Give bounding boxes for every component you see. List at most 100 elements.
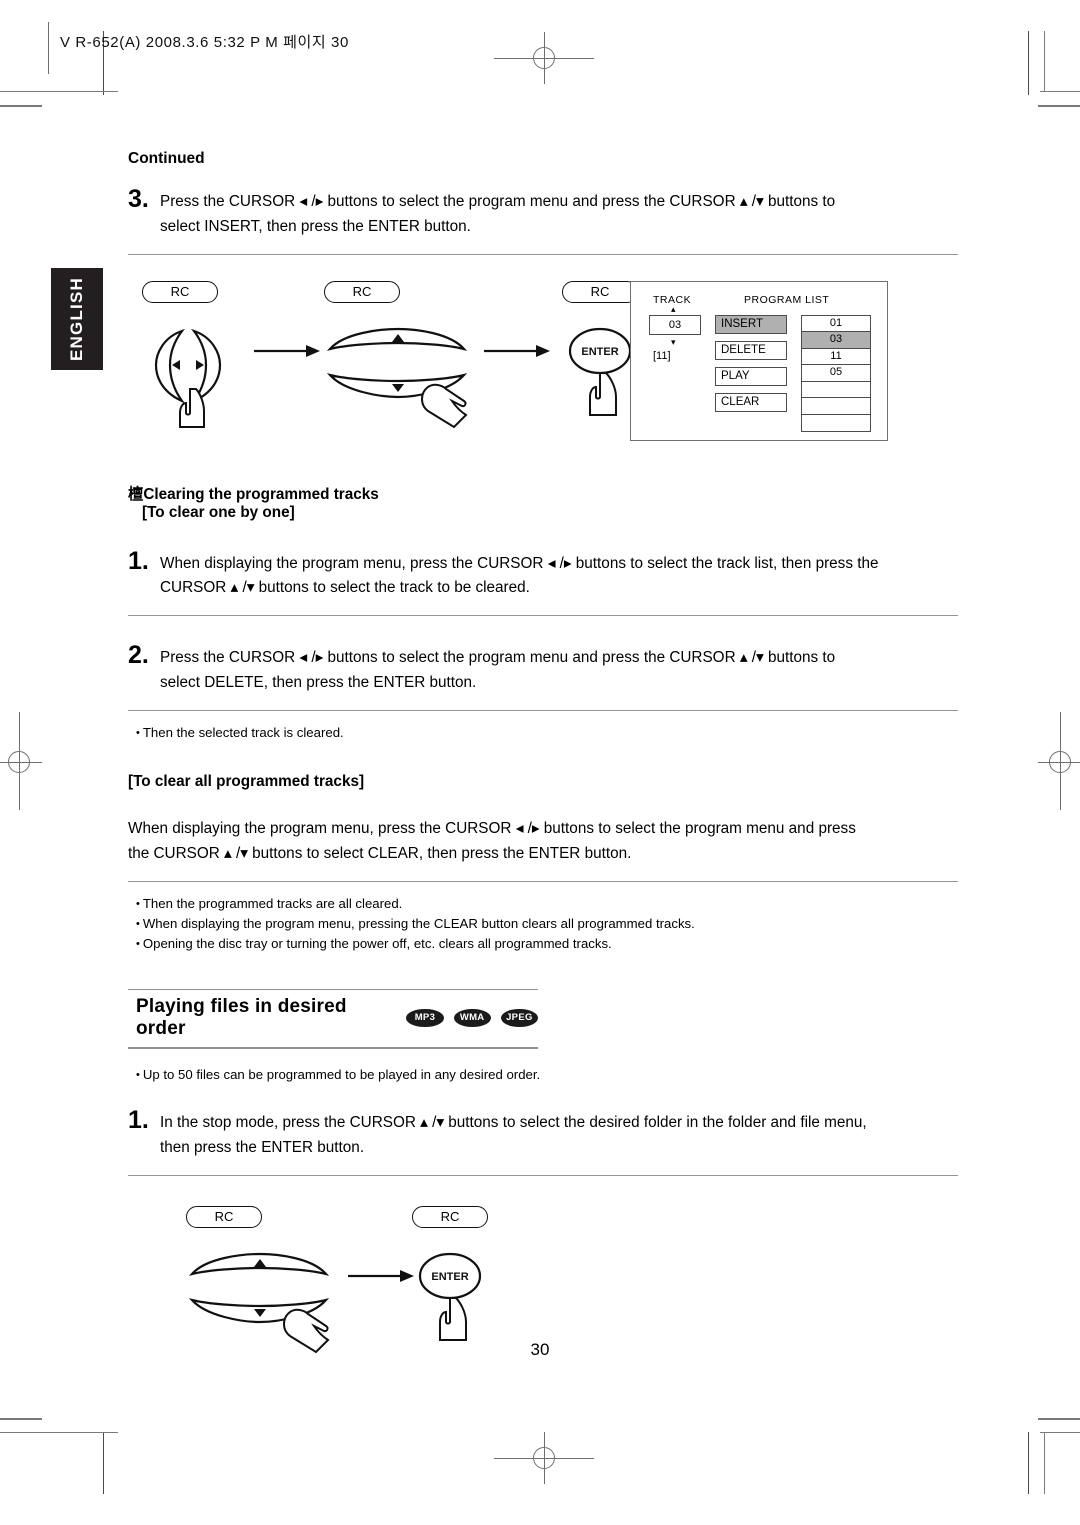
program-list-row[interactable]: 01 <box>802 316 870 333</box>
svg-text:ENTER: ENTER <box>431 1271 468 1283</box>
instruction-step-1-play: 1. In the stop mode, press the CURSOR ▴ … <box>128 1106 958 1161</box>
registration-mark-top-center <box>494 28 594 88</box>
section-note-list: • Up to 50 files can be programmed to be … <box>136 1065 958 1085</box>
divider-rule <box>128 253 958 255</box>
step-text: Press the CURSOR ◂ /▸ buttons to select … <box>160 193 836 235</box>
format-badge-jpeg: JPEG <box>500 1008 538 1027</box>
osd-program-panel: TRACK PROGRAM LIST ▴ 03 ▾ [11] INSERT DE… <box>630 280 888 441</box>
rc-group-left-right-cursor: RC <box>142 280 252 438</box>
format-badge-wma: WMA <box>453 1008 491 1027</box>
program-list-row[interactable] <box>802 398 870 415</box>
crop-mark-bottom-left-edge <box>0 1418 42 1420</box>
clear-all-heading: [To clear all programmed tracks] <box>128 773 365 791</box>
cursor-up-down-buttons-icon <box>188 1252 330 1354</box>
track-down-arrow-icon[interactable]: ▾ <box>671 337 676 347</box>
heading-bullet-glyph: 檀 <box>128 484 144 503</box>
note-item: • Then the selected track is cleared. <box>136 724 344 740</box>
rc-label: RC <box>324 280 400 303</box>
language-tab-english: ENGLISH <box>51 268 103 370</box>
instruction-step-3: 3. Press the CURSOR ◂ /▸ buttons to sele… <box>128 185 958 240</box>
program-list-row[interactable]: 11 <box>802 349 870 366</box>
divider-rule <box>128 615 958 617</box>
language-tab-label: ENGLISH <box>67 277 86 361</box>
svg-text:ENTER: ENTER <box>581 346 618 358</box>
step-number: 2. <box>128 641 149 670</box>
step-text: Press the CURSOR ◂ /▸ buttons to select … <box>160 649 836 691</box>
crop-mark-bottom-right-edge <box>1038 1418 1080 1420</box>
flow-arrow-1-icon <box>254 344 320 357</box>
rc-label: RC <box>186 1205 262 1228</box>
crop-mark-top-left-edge <box>0 105 42 107</box>
remote-control-diagram-folder-select: RC RC ENTER <box>128 1205 958 1356</box>
section-title: Playing files in desired order <box>136 995 347 1039</box>
registration-mark-bottom-center <box>494 1428 594 1488</box>
remote-control-diagram-insert: RC RC RC ENTER TRACK PROGRAM LIST ▴ 03 ▾… <box>128 280 958 456</box>
osd-program-list-header: PROGRAM LIST <box>744 293 830 306</box>
note-list-after-step2: • Then the selected track is cleared. <box>136 723 958 743</box>
step-number: 1. <box>128 546 149 575</box>
rc-label: RC <box>142 280 218 303</box>
program-list-row[interactable]: 05 <box>802 365 870 382</box>
osd-menu-button-play[interactable]: PLAY <box>715 366 787 386</box>
clear-all-note-list: • Then the programmed tracks are all clea… <box>136 894 958 955</box>
rc-label: RC <box>562 280 638 303</box>
heading-subtitle: [To clear one by one] <box>142 503 295 521</box>
flow-arrow-2-icon <box>484 344 550 357</box>
crop-mark-bottom-right-vertical <box>1028 1432 1029 1494</box>
clearing-tracks-heading: 檀Clearing the programmed tracks [To clea… <box>128 482 958 522</box>
step-number: 1. <box>128 1106 149 1135</box>
crop-mark-top-right-edge <box>1038 105 1080 107</box>
track-number-box: 03 <box>649 314 701 335</box>
program-list-row[interactable]: 03 <box>802 332 870 349</box>
heading-title: Clearing the programmed tracks <box>143 485 379 503</box>
page-content: Continued 3. Press the CURSOR ◂ /▸ butto… <box>128 150 958 1356</box>
registration-mark-left-middle <box>0 712 60 812</box>
instruction-step-1-clear: 1. When displaying the program menu, pre… <box>128 547 958 602</box>
crop-mark-bottom-left-horizontal <box>0 1432 118 1433</box>
program-list-row[interactable] <box>802 415 870 432</box>
crop-mark-bottom-right-vertical-outer <box>1044 1432 1045 1494</box>
divider-rule <box>128 709 958 711</box>
format-badge-mp3: MP3 <box>406 1008 444 1027</box>
divider-rule <box>128 880 958 882</box>
track-total-count: [11] <box>653 349 671 362</box>
header-divider-rule <box>48 22 49 74</box>
program-list-row[interactable] <box>802 382 870 399</box>
divider-rule <box>128 1174 958 1176</box>
osd-menu-button-delete[interactable]: DELETE <box>715 340 787 360</box>
osd-menu-button-clear[interactable]: CLEAR <box>715 392 787 412</box>
continued-label: Continued <box>128 150 205 167</box>
section-rule-bottom <box>128 1046 538 1049</box>
section-header-playing-files: Playing files in desired order MP3 WMA J… <box>128 988 538 1049</box>
step-number: 3. <box>128 185 149 213</box>
bullet-dot-icon: • <box>136 897 140 910</box>
bullet-dot-icon: • <box>136 1068 140 1081</box>
print-header-text: V R-652(A) 2008.3.6 5:32 P M 페이지 30 <box>60 34 349 51</box>
page-number: 30 <box>530 1340 550 1359</box>
registration-mark-right-middle <box>1020 712 1080 812</box>
cursor-left-right-buttons-icon <box>154 328 222 428</box>
note-item: • Opening the disc tray or turning the po… <box>136 936 612 952</box>
rc-group-up-down-cursor: RC <box>324 280 484 438</box>
bullet-dot-icon: • <box>136 938 140 951</box>
osd-menu-button-insert[interactable]: INSERT <box>715 314 787 334</box>
crop-mark-bottom-left-vertical <box>103 1432 104 1494</box>
bullet-dot-icon: • <box>136 918 140 931</box>
note-item: • Then the programmed tracks are all clea… <box>136 895 403 911</box>
clear-all-paragraph: When displaying the program menu, press … <box>128 820 856 862</box>
cursor-up-down-buttons-icon <box>326 327 468 428</box>
rc-label: RC <box>412 1205 488 1228</box>
note-item: • Up to 50 files can be programmed to be … <box>136 1066 541 1082</box>
step-text: In the stop mode, press the CURSOR ▴ /▾ … <box>160 1114 867 1157</box>
step-text: When displaying the program menu, press … <box>160 554 879 597</box>
crop-mark-top-right-vertical <box>1028 31 1029 95</box>
bullet-dot-icon: • <box>136 726 140 739</box>
enter-button-icon: ENTER <box>418 1252 482 1341</box>
instruction-step-2-clear: 2. Press the CURSOR ◂ /▸ buttons to sele… <box>128 641 958 696</box>
osd-program-list: 01 03 11 05 <box>801 314 871 433</box>
crop-mark-top-left-horizontal <box>0 91 118 92</box>
crop-mark-top-right-vertical-outer <box>1044 31 1045 91</box>
track-up-arrow-icon[interactable]: ▴ <box>671 304 676 314</box>
crop-mark-bottom-right-horizontal <box>1040 1432 1080 1433</box>
note-item: • When displaying the program menu, press… <box>136 916 695 932</box>
